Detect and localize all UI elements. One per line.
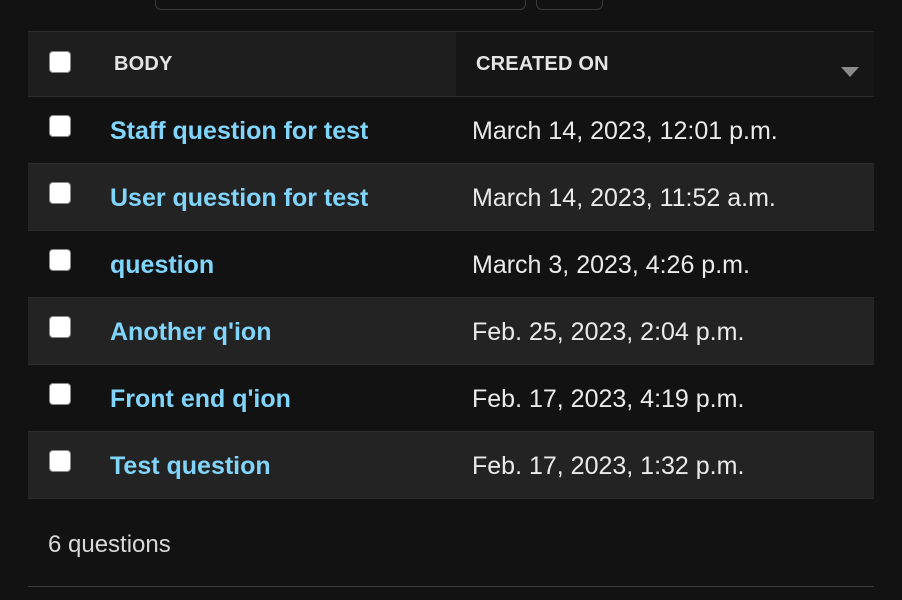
question-link[interactable]: User question for test [110,184,368,213]
table-row: Staff question for test March 14, 2023, … [28,97,874,164]
row-checkbox[interactable] [49,182,71,204]
admin-changelist: BODY CREATED ON Staff question for test … [0,0,902,600]
divider [28,586,874,587]
search-input[interactable] [155,0,526,10]
column-header-created-on[interactable]: CREATED ON [476,53,609,76]
table-row: Test question Feb. 17, 2023, 1:32 p.m. [28,432,874,499]
created-on-value: March 14, 2023, 12:01 p.m. [472,117,778,145]
results-table: BODY CREATED ON Staff question for test … [28,31,874,499]
created-on-value: Feb. 25, 2023, 2:04 p.m. [472,318,745,346]
created-on-value: Feb. 17, 2023, 1:32 p.m. [472,452,745,480]
created-on-value: March 3, 2023, 4:26 p.m. [472,251,750,279]
row-checkbox[interactable] [49,383,71,405]
question-link[interactable]: Another q'ion [110,318,271,347]
question-link[interactable]: Test question [110,452,271,481]
row-checkbox[interactable] [49,249,71,271]
created-on-value: Feb. 17, 2023, 4:19 p.m. [472,385,745,413]
row-checkbox[interactable] [49,115,71,137]
question-link[interactable]: Staff question for test [110,117,368,146]
row-checkbox[interactable] [49,450,71,472]
result-count: 6 questions [48,531,171,558]
table-header: BODY CREATED ON [28,31,874,97]
created-on-value: March 14, 2023, 11:52 a.m. [472,184,776,212]
row-checkbox[interactable] [49,316,71,338]
question-link[interactable]: question [110,251,214,280]
select-all-checkbox[interactable] [49,51,71,73]
question-link[interactable]: Front end q'ion [110,385,291,414]
column-header-body[interactable]: BODY [114,53,173,76]
search-button[interactable] [536,0,603,10]
table-row: User question for test March 14, 2023, 1… [28,164,874,231]
caret-down-icon[interactable] [841,67,859,77]
table-row: Front end q'ion Feb. 17, 2023, 4:19 p.m. [28,365,874,432]
table-row: Another q'ion Feb. 25, 2023, 2:04 p.m. [28,298,874,365]
table-row: question March 3, 2023, 4:26 p.m. [28,231,874,298]
